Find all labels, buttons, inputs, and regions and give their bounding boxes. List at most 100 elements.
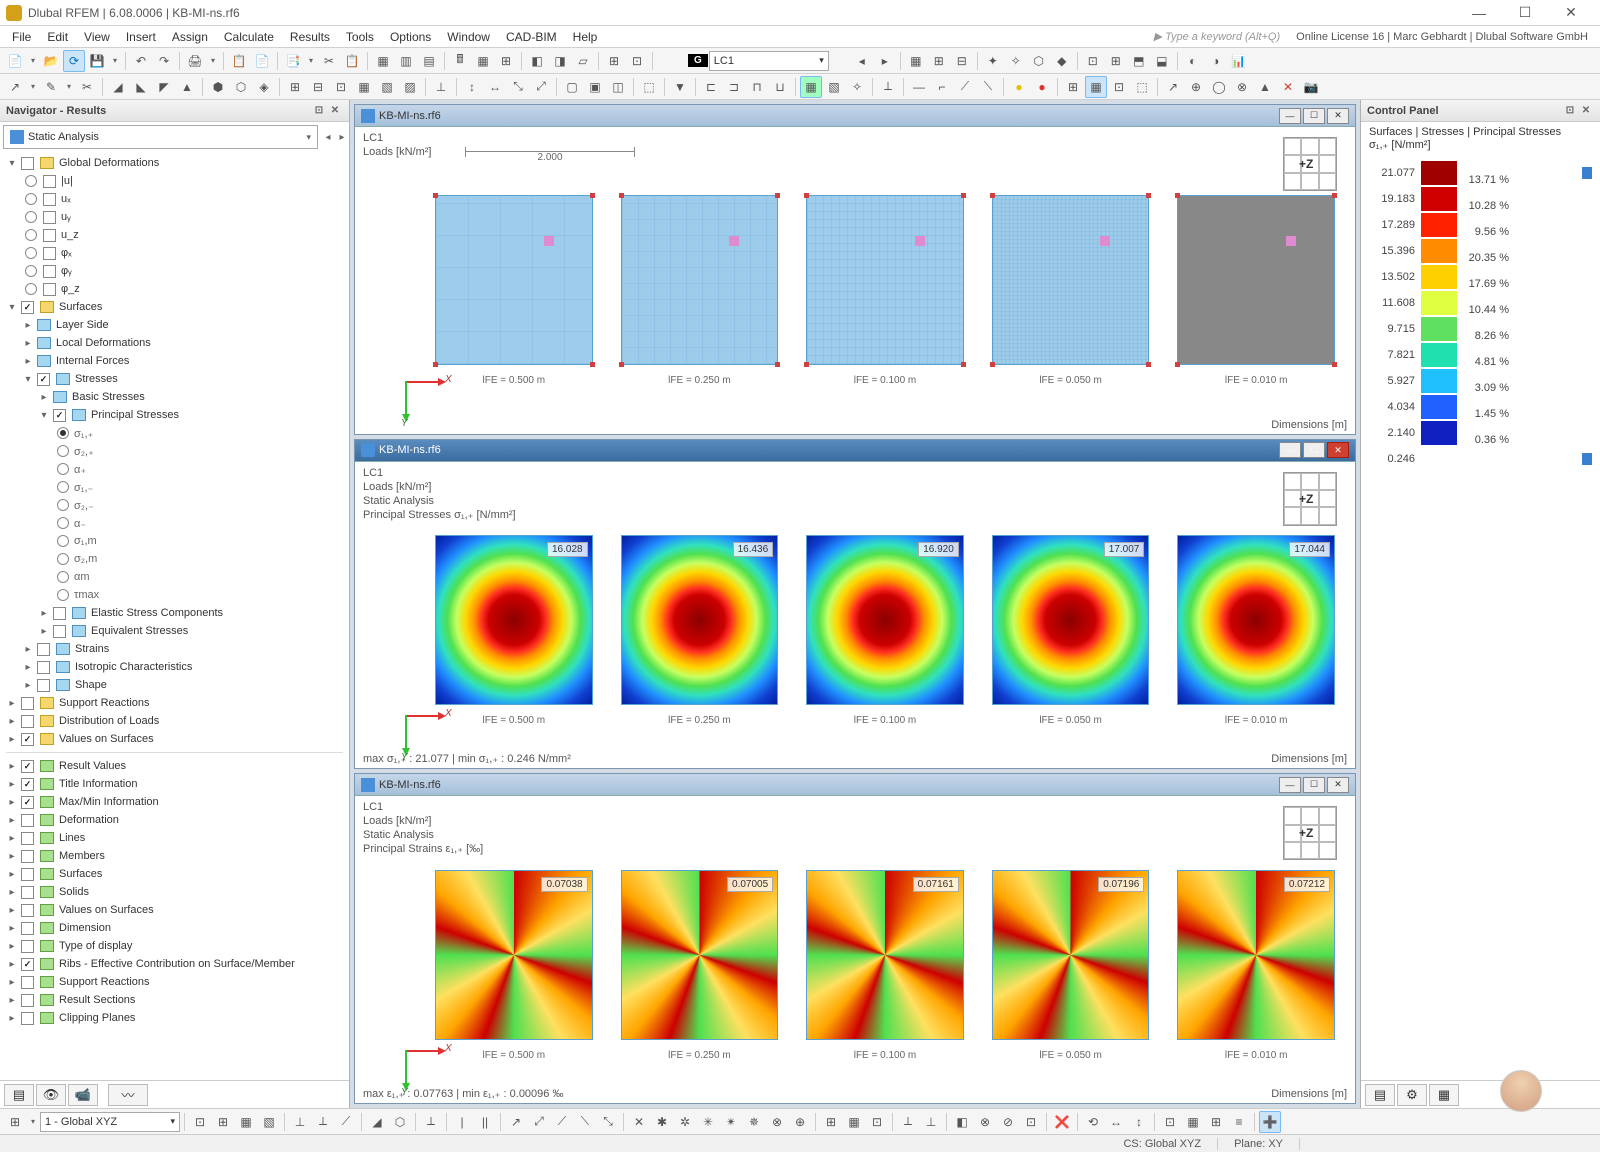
tree-deform-item[interactable]: φᵧ bbox=[2, 262, 347, 280]
tool-icon[interactable]: ✕ bbox=[628, 1111, 650, 1133]
snap-icon[interactable]: ⊞ bbox=[4, 1111, 26, 1133]
tool-icon[interactable]: ⊓ bbox=[746, 76, 768, 98]
menu-window[interactable]: Window bbox=[439, 28, 498, 46]
print-icon[interactable]: 🖨 bbox=[184, 50, 206, 72]
close-panel-icon[interactable]: ✕ bbox=[1578, 103, 1594, 119]
tool-icon[interactable]: ◆ bbox=[1051, 50, 1073, 72]
nav-tab-results[interactable]: 〰 bbox=[108, 1084, 148, 1106]
tool-icon[interactable]: ⊞ bbox=[284, 76, 306, 98]
tool-icon[interactable]: ⊡ bbox=[1108, 76, 1130, 98]
tree-stress-item[interactable]: σ₂,₊ bbox=[2, 442, 347, 460]
tool-icon[interactable]: ⊗ bbox=[1231, 76, 1253, 98]
tree-option-item[interactable]: ▸Dimension bbox=[2, 919, 347, 937]
dd[interactable]: ▾ bbox=[27, 1111, 39, 1133]
menu-cadbim[interactable]: CAD-BIM bbox=[498, 28, 565, 46]
open-icon[interactable]: 📂 bbox=[40, 50, 62, 72]
tool-icon[interactable]: ⊐ bbox=[723, 76, 745, 98]
tool-icon[interactable]: ▥ bbox=[395, 50, 417, 72]
tool-icon[interactable]: ✴ bbox=[720, 1111, 742, 1133]
tree-option-item[interactable]: ▸Members bbox=[2, 847, 347, 865]
menu-view[interactable]: View bbox=[76, 28, 118, 46]
tool-icon[interactable]: ▼ bbox=[669, 76, 691, 98]
tree-stress-item[interactable]: σ₁,₋ bbox=[2, 478, 347, 496]
cp-tab-3[interactable]: ▦ bbox=[1429, 1084, 1459, 1106]
loadcase-selector[interactable]: LC1▾ bbox=[709, 51, 829, 71]
nav-tab-data[interactable]: ▤ bbox=[4, 1084, 34, 1106]
tree-internal-forces[interactable]: ▸Internal Forces bbox=[2, 352, 347, 370]
tool-icon[interactable]: ▧ bbox=[823, 76, 845, 98]
tool-icon[interactable]: 📊 bbox=[1228, 50, 1250, 72]
tree-stress-item[interactable]: αm bbox=[2, 568, 347, 586]
tool-icon[interactable]: ⤡ bbox=[597, 1111, 619, 1133]
tool-icon[interactable]: ⊕ bbox=[789, 1111, 811, 1133]
tree-stress-item[interactable]: α₊ bbox=[2, 460, 347, 478]
tool-icon[interactable]: ⟋ bbox=[335, 1111, 357, 1133]
tool-icon[interactable]: ⊞ bbox=[928, 50, 950, 72]
tool-icon[interactable]: ▦ bbox=[372, 50, 394, 72]
tool-icon[interactable]: ⊡ bbox=[189, 1111, 211, 1133]
menu-results[interactable]: Results bbox=[282, 28, 338, 46]
tree-deform-item[interactable]: uₓ bbox=[2, 190, 347, 208]
tool-icon[interactable]: ▣ bbox=[584, 76, 606, 98]
tool-icon[interactable]: ⬒ bbox=[1128, 50, 1150, 72]
keyword-search[interactable]: ▶ Type a keyword (Alt+Q) bbox=[1146, 30, 1289, 43]
tool-icon[interactable]: ⟂ bbox=[420, 1111, 442, 1133]
menu-options[interactable]: Options bbox=[382, 28, 439, 46]
tool-icon[interactable]: ⊞ bbox=[1062, 76, 1084, 98]
cp-tab-2[interactable]: ⚙ bbox=[1397, 1084, 1427, 1106]
tool-icon[interactable]: ⊡ bbox=[866, 1111, 888, 1133]
minimize-button[interactable]: — bbox=[1456, 0, 1502, 26]
tree-option-item[interactable]: ▸Support Reactions bbox=[2, 973, 347, 991]
dd[interactable]: ▾ bbox=[207, 50, 219, 72]
tool-icon[interactable]: | bbox=[451, 1111, 473, 1133]
delete-icon[interactable]: ✕ bbox=[1277, 76, 1299, 98]
tree-support-reactions[interactable]: ▸Support Reactions bbox=[2, 694, 347, 712]
tree-deform-item[interactable]: |u| bbox=[2, 172, 347, 190]
tool-icon[interactable]: ▧ bbox=[258, 1111, 280, 1133]
tree-option-item[interactable]: ▸Result Sections bbox=[2, 991, 347, 1009]
tool-icon[interactable]: ↔ bbox=[484, 76, 506, 98]
tool-icon[interactable]: ⊗ bbox=[766, 1111, 788, 1133]
tool-icon[interactable]: ▤ bbox=[418, 50, 440, 72]
mesh-icon[interactable]: ▦ bbox=[1085, 76, 1107, 98]
tool-icon[interactable]: ⊟ bbox=[307, 76, 329, 98]
tool-icon[interactable]: ✳ bbox=[697, 1111, 719, 1133]
tree-distribution-loads[interactable]: ▸Distribution of Loads bbox=[2, 712, 347, 730]
tool-icon[interactable]: ⊡ bbox=[330, 76, 352, 98]
dd[interactable]: ▾ bbox=[27, 76, 39, 98]
tool-icon[interactable]: ⟲ bbox=[1082, 1111, 1104, 1133]
view-title-bar[interactable]: KB-MI-ns.rf6 — ☐ ✕ bbox=[355, 105, 1355, 127]
tool-icon[interactable]: ⬢ bbox=[207, 76, 229, 98]
tree-deform-item[interactable]: φₓ bbox=[2, 244, 347, 262]
contour-icon[interactable]: ▦ bbox=[800, 76, 822, 98]
tool-icon[interactable]: ⊞ bbox=[212, 1111, 234, 1133]
tool-icon[interactable]: ⊞ bbox=[495, 50, 517, 72]
tool-icon[interactable]: ⬚ bbox=[638, 76, 660, 98]
menu-edit[interactable]: Edit bbox=[39, 28, 76, 46]
tool-icon[interactable]: ⌐ bbox=[931, 76, 953, 98]
redo-icon[interactable]: ↷ bbox=[153, 50, 175, 72]
nav-tab-display[interactable]: 👁 bbox=[36, 1084, 66, 1106]
tool-icon[interactable]: — bbox=[908, 76, 930, 98]
tool-icon[interactable]: ↗ bbox=[4, 76, 26, 98]
tree-option-item[interactable]: ▸Clipping Planes bbox=[2, 1009, 347, 1027]
undo-icon[interactable]: ↶ bbox=[130, 50, 152, 72]
tree-isotropic[interactable]: ▸Isotropic Characteristics bbox=[2, 658, 347, 676]
tool-icon[interactable]: ● bbox=[1008, 76, 1030, 98]
tool-icon[interactable]: ≡ bbox=[1228, 1111, 1250, 1133]
tool-icon[interactable]: ⟋ bbox=[551, 1111, 573, 1133]
tool-icon[interactable]: ◧ bbox=[951, 1111, 973, 1133]
view-close-icon[interactable]: ✕ bbox=[1327, 108, 1349, 124]
tree-stress-item[interactable]: τmax bbox=[2, 586, 347, 604]
tool-icon[interactable]: ↕ bbox=[461, 76, 483, 98]
prev-icon[interactable]: ◂ bbox=[851, 50, 873, 72]
camera-icon[interactable]: 📷 bbox=[1300, 76, 1322, 98]
tool-icon[interactable]: ⟍ bbox=[977, 76, 999, 98]
cp-tab-1[interactable]: ▤ bbox=[1365, 1084, 1395, 1106]
tool-icon[interactable]: || bbox=[474, 1111, 496, 1133]
tool-icon[interactable]: ✧ bbox=[846, 76, 868, 98]
tree-values-on-surfaces[interactable]: ▸Values on Surfaces bbox=[2, 730, 347, 748]
view-max-icon[interactable]: ☐ bbox=[1303, 777, 1325, 793]
dd[interactable]: ▾ bbox=[63, 76, 75, 98]
tool-icon[interactable]: ◨ bbox=[549, 50, 571, 72]
